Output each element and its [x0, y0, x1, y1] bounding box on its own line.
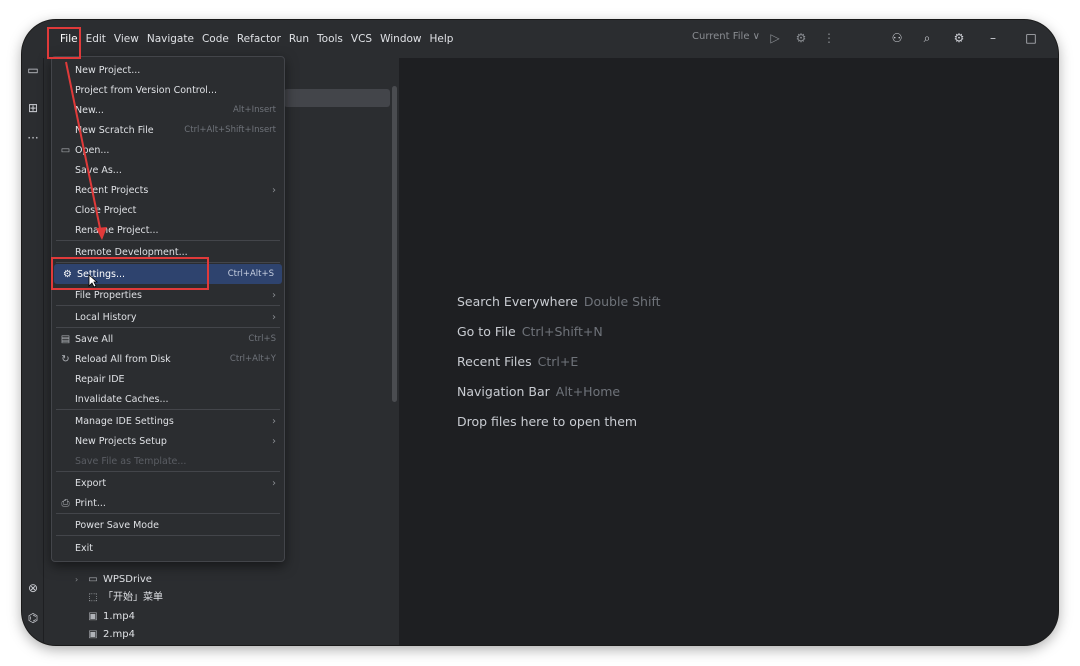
chevron-right-icon: › [272, 184, 276, 196]
menu-separator [56, 327, 280, 328]
menu-run[interactable]: Run [285, 31, 313, 47]
chevron-right-icon: › [272, 415, 276, 427]
chevron-right-icon: › [272, 311, 276, 323]
reload-icon: ↻ [61, 353, 70, 365]
tool-window-strip: ▭ ⊞ ··· ⊗ ⌬ [22, 58, 44, 645]
hint-drop-files: Drop files here to open them [457, 414, 638, 429]
print-icon: ⎙ [61, 497, 70, 509]
menu-separator [56, 471, 280, 472]
settings-highlight-box [51, 257, 209, 290]
menu-vcs[interactable]: VCS [347, 31, 376, 47]
chevron-right-icon: › [272, 435, 276, 447]
menu-item-rename-project[interactable]: Rename Project... [52, 220, 284, 240]
menu-tools[interactable]: Tools [313, 31, 347, 47]
chevron-right-icon: › [272, 289, 276, 301]
video-file-icon: ▣ [88, 629, 98, 640]
minimize-icon[interactable]: – [984, 29, 1002, 47]
menu-item-project-from-vcs[interactable]: Project from Version Control... [52, 80, 284, 100]
menu-item-invalidate-caches[interactable]: Invalidate Caches... [52, 389, 284, 409]
menu-item-recent-projects[interactable]: Recent Projects › [52, 180, 284, 200]
plugins-icon[interactable]: ⊗ [25, 580, 41, 596]
menu-refactor[interactable]: Refactor [233, 31, 285, 47]
menu-separator [56, 409, 280, 410]
menu-item-new-scratch-file[interactable]: New Scratch File Ctrl+Alt+Shift+Insert [52, 120, 284, 140]
settings-gear-icon[interactable]: ⚙ [950, 29, 968, 47]
menu-item-save-as[interactable]: Save As... [52, 160, 284, 180]
menu-separator [56, 305, 280, 306]
tree-item-label: WPSDrive [103, 574, 152, 585]
mouse-cursor-icon [88, 274, 98, 288]
terminal-icon[interactable]: ⌬ [25, 610, 41, 626]
empty-editor-hints: Search Everywhere Double Shift Go to File… [457, 293, 661, 443]
menu-item-close-project[interactable]: Close Project [52, 200, 284, 220]
chevron-right-icon: › [272, 477, 276, 489]
tree-item-1mp4[interactable]: ▣ 1.mp4 [87, 608, 135, 626]
hint-go-to-file: Go to File Ctrl+Shift+N [457, 324, 603, 339]
hint-navigation-bar: Navigation Bar Alt+Home [457, 384, 621, 399]
file-menu-highlight-box [47, 27, 81, 59]
video-file-icon: ▣ [88, 611, 98, 622]
search-icon[interactable]: ⌕ [918, 29, 936, 47]
project-folder-icon[interactable]: ▭ [25, 62, 41, 78]
menu-item-new-projects-setup[interactable]: New Projects Setup › [52, 431, 284, 451]
menu-item-new-project[interactable]: New Project... [52, 60, 284, 80]
menu-help[interactable]: Help [426, 31, 458, 47]
hint-search-everywhere: Search Everywhere Double Shift [457, 294, 661, 309]
save-icon: ▤ [60, 333, 71, 345]
menu-edit[interactable]: Edit [82, 31, 110, 47]
menu-item-power-save-mode[interactable]: Power Save Mode [52, 515, 284, 535]
file-menu-dropdown: New Project... Project from Version Cont… [51, 56, 285, 562]
menu-item-print[interactable]: ⎙ Print... [52, 493, 284, 513]
tree-item-label: 「开始」菜单 [103, 592, 163, 603]
menu-item-export[interactable]: Export › [52, 473, 284, 493]
menu-navigate[interactable]: Navigate [143, 31, 198, 47]
menu-item-save-file-as-template: Save File as Template... [75, 455, 187, 467]
project-panel-header [284, 89, 390, 107]
menu-item-reload-all[interactable]: ↻ Reload All from Disk Ctrl+Alt+Y [52, 349, 284, 369]
menu-item-save-all[interactable]: ▤ Save All Ctrl+S [52, 329, 284, 349]
menu-window[interactable]: Window [376, 31, 425, 47]
menu-item-open[interactable]: ▭ Open... [52, 140, 284, 160]
tree-item-start-menu[interactable]: ⬚ 「开始」菜单 [87, 589, 163, 607]
tree-item-2mp4[interactable]: ▣ 2.mp4 [87, 626, 135, 644]
tree-item-label: 2.mp4 [103, 629, 135, 640]
maximize-icon[interactable]: □ [1022, 29, 1040, 47]
menu-separator [56, 240, 280, 241]
menu-view[interactable]: View [110, 31, 143, 47]
ide-window: File Edit View Navigate Code Refactor Ru… [22, 20, 1058, 645]
chevron-right-icon: › [75, 575, 79, 584]
menu-item-local-history[interactable]: Local History › [52, 307, 284, 327]
tree-item-label: 1.mp4 [103, 611, 135, 622]
shortcut-file-icon: ⬚ [88, 592, 98, 603]
menu-bar: File Edit View Navigate Code Refactor Ru… [22, 20, 1058, 58]
menu-item-repair-ide[interactable]: Repair IDE [52, 369, 284, 389]
main-menu: File Edit View Navigate Code Refactor Ru… [56, 31, 457, 47]
structure-icon[interactable]: ⊞ [25, 100, 41, 116]
menu-separator [56, 535, 280, 536]
run-config-selector[interactable]: Current File ∨ [692, 31, 760, 42]
more-tools-icon[interactable]: ··· [25, 130, 41, 146]
folder-icon: ▭ [60, 144, 71, 156]
menu-code[interactable]: Code [198, 31, 233, 47]
debug-icon[interactable]: ⚙ [792, 29, 810, 47]
menu-item-exit[interactable]: Exit [52, 538, 284, 558]
tree-item-wpsdrive[interactable]: › ▭ WPSDrive [75, 571, 152, 589]
project-scrollbar[interactable] [392, 86, 397, 402]
menu-item-manage-ide-settings[interactable]: Manage IDE Settings › [52, 411, 284, 431]
add-user-icon[interactable]: ⚇ [888, 29, 906, 47]
folder-icon: ▭ [88, 574, 98, 585]
run-icon[interactable]: ▷ [766, 29, 784, 47]
menu-item-new[interactable]: New... Alt+Insert [52, 100, 284, 120]
hint-recent-files: Recent Files Ctrl+E [457, 354, 579, 369]
menu-separator [56, 513, 280, 514]
more-vertical-icon[interactable]: ⋮ [820, 29, 838, 47]
